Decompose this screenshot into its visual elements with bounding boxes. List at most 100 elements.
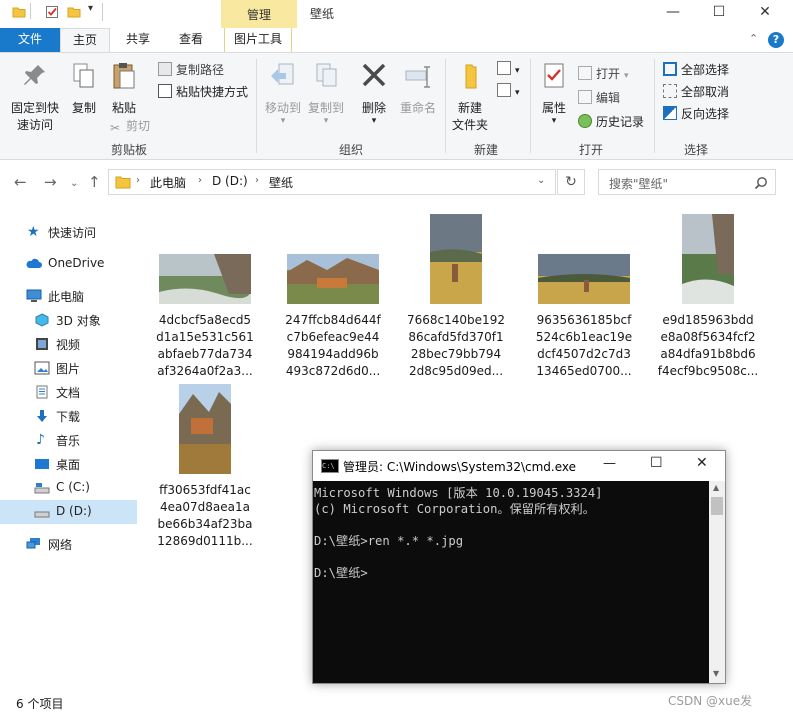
open-icon [578,66,592,80]
help-icon[interactable]: ? [768,32,784,48]
cmd-window[interactable]: C:\ 管理员: C:\Windows\System32\cmd.exe — ☐… [312,450,726,684]
nav-item-quick-access[interactable]: ★ 快速访问 [0,220,137,244]
recent-locations-icon[interactable]: ⌄ [70,178,78,189]
nav-item-pictures[interactable]: 图片 [0,356,137,380]
tab-view[interactable]: 查看 [169,28,213,52]
group-separator [256,59,257,153]
select-all-button[interactable]: 全部选择 [663,61,729,78]
cmd-title-bar[interactable]: C:\ 管理员: C:\Windows\System32\cmd.exe — ☐… [313,451,725,481]
cut-button[interactable]: ✂ 剪切 [108,117,150,135]
select-none-button[interactable]: 全部取消 [663,83,729,100]
new-item-button[interactable]: ▾ [497,61,520,76]
paste-button[interactable]: 粘贴 [106,61,142,117]
close-button[interactable]: ✕ [742,0,788,28]
tab-picture-tools[interactable]: 图片工具 [224,28,292,52]
scroll-up-icon[interactable]: ▲ [713,483,719,492]
file-name-line: f4ecf9bc9508c... [657,364,759,378]
copy-to-button[interactable]: 复制到 ▾ [305,61,347,126]
history-button[interactable]: 历史记录 [578,113,644,130]
edit-icon [578,90,592,104]
collapse-ribbon-icon[interactable]: ⌃ [749,32,758,45]
nav-item-music[interactable]: ♪ 音乐 [0,428,137,452]
file-item[interactable]: 9635636185bcf 524c6b1eac19e dcf4507d2c7d… [533,254,635,380]
nav-item-3d-objects[interactable]: 3D 对象 [0,308,137,332]
tab-home[interactable]: 主页 [60,28,110,52]
new-folder-button[interactable]: 新建 文件夹 [448,61,492,134]
new-folder-icon[interactable] [67,5,81,19]
properties-dropdown-icon: ▾ [551,116,557,126]
file-name-line: e9d185963bdd [662,313,754,327]
copy-button[interactable]: 复制 [66,61,102,117]
nav-item-this-pc[interactable]: 此电脑 [0,284,137,308]
tab-manage[interactable]: 管理 [221,0,297,28]
copy-path-button[interactable]: 复制路径 [158,61,224,78]
pin-quick-access-button[interactable]: 固定到快 速访问 [6,61,64,134]
search-icon[interactable] [754,176,768,190]
open-label: 打开 [596,67,621,81]
folder-icon[interactable] [12,5,26,19]
paste-shortcut-button[interactable]: 粘贴快捷方式 [158,83,248,100]
clipboard-group-label: 剪贴板 [111,143,148,157]
tab-share[interactable]: 共享 [116,28,160,52]
select-none-label: 全部取消 [681,85,730,99]
file-name-line: 4dcbcf5a8ecd5 [158,313,252,327]
file-name-line: dcf4507d2c7d3 [537,347,631,361]
easy-access-button[interactable]: ▾ [497,83,520,98]
nav-item-downloads[interactable]: 下载 [0,404,137,428]
address-dropdown-icon[interactable]: ⌄ [537,175,545,186]
cmd-scrollbar[interactable]: ▲ ▼ [709,481,725,683]
nav-item-network[interactable]: 网络 [0,532,137,556]
maximize-button[interactable]: ☐ [696,0,742,28]
file-item[interactable]: 4dcbcf5a8ecd5 d1a15e531c561 abfaeb77da73… [154,254,256,380]
music-icon: ♪ [36,432,45,448]
scroll-thumb[interactable] [711,497,723,515]
cmd-minimize-button[interactable]: — [603,456,616,471]
properties-check-icon[interactable] [45,5,59,19]
invert-selection-button[interactable]: 反向选择 [663,105,729,122]
open-button[interactable]: 打开 ▾ [578,65,629,82]
nav-label: D (D:) [56,504,92,518]
nav-item-videos[interactable]: 视频 [0,332,137,356]
file-item[interactable]: 247ffcb84d644f c7b6efeac9e44 984194add96… [282,254,384,380]
group-separator [530,59,531,153]
nav-item-onedrive[interactable]: OneDrive [0,252,137,276]
nav-item-documents[interactable]: 文档 [0,380,137,404]
edit-button[interactable]: 编辑 [578,89,620,106]
address-bar[interactable]: › 此电脑 › D (D:) › 壁纸 ⌄ [108,169,556,195]
tab-file[interactable]: 文件 [0,28,60,52]
cmd-console[interactable]: Microsoft Windows [版本 10.0.19045.3324] (… [313,481,709,683]
forward-arrow-icon[interactable]: → [44,173,57,191]
search-box[interactable]: 搜索"壁纸" [598,169,776,195]
move-to-button[interactable]: 移动到 ▾ [262,61,304,126]
nav-item-desktop[interactable]: 桌面 [0,452,137,476]
cmd-maximize-button[interactable]: ☐ [650,455,663,471]
move-to-label: 移动到 [264,101,301,115]
file-item[interactable]: 7668c140be192 86cafd5fd370f1 28bec79bb79… [405,214,507,380]
cut-label: 剪切 [126,119,151,133]
breadcrumb-drive-d[interactable]: D (D:) [212,174,248,188]
cmd-close-button[interactable]: ✕ [696,455,708,471]
minimize-button[interactable]: — [650,0,696,28]
pin-icon [24,65,45,85]
console-line: (c) Microsoft Corporation。保留所有权利。 [314,502,595,516]
file-name-line: 4ea07d8aea1a [160,500,250,514]
nav-item-drive-c[interactable]: C (C:) [0,476,137,500]
file-item[interactable]: ff30653fdf41ac 4ea07d8aea1a be66b34af23b… [154,384,256,550]
rename-button[interactable]: 重命名 [396,61,440,117]
refresh-icon[interactable]: ↻ [557,169,585,195]
scroll-down-icon[interactable]: ▼ [713,669,719,678]
breadcrumb-this-pc[interactable]: 此电脑 [150,174,186,191]
delete-button[interactable]: 删除 ▾ [358,61,390,126]
up-arrow-icon[interactable]: ↑ [88,173,101,191]
nav-label: 桌面 [56,458,81,472]
breadcrumb-current-folder[interactable]: 壁纸 [269,174,293,191]
back-arrow-icon[interactable]: ← [14,173,27,191]
file-item[interactable]: e9d185963bdd e8a08f5634fcf2 a84dfa91b8bd… [657,214,759,380]
item-count: 6 个项目 [16,697,64,711]
new-group-label: 新建 [474,143,499,157]
qat-dropdown-icon[interactable]: ▾ [88,3,93,14]
nav-item-drive-d[interactable]: D (D:) [0,500,137,524]
properties-button[interactable]: 属性 ▾ [534,61,574,126]
copy-to-label: 复制到 [307,101,344,115]
copy-to-dropdown-icon: ▾ [323,116,329,126]
